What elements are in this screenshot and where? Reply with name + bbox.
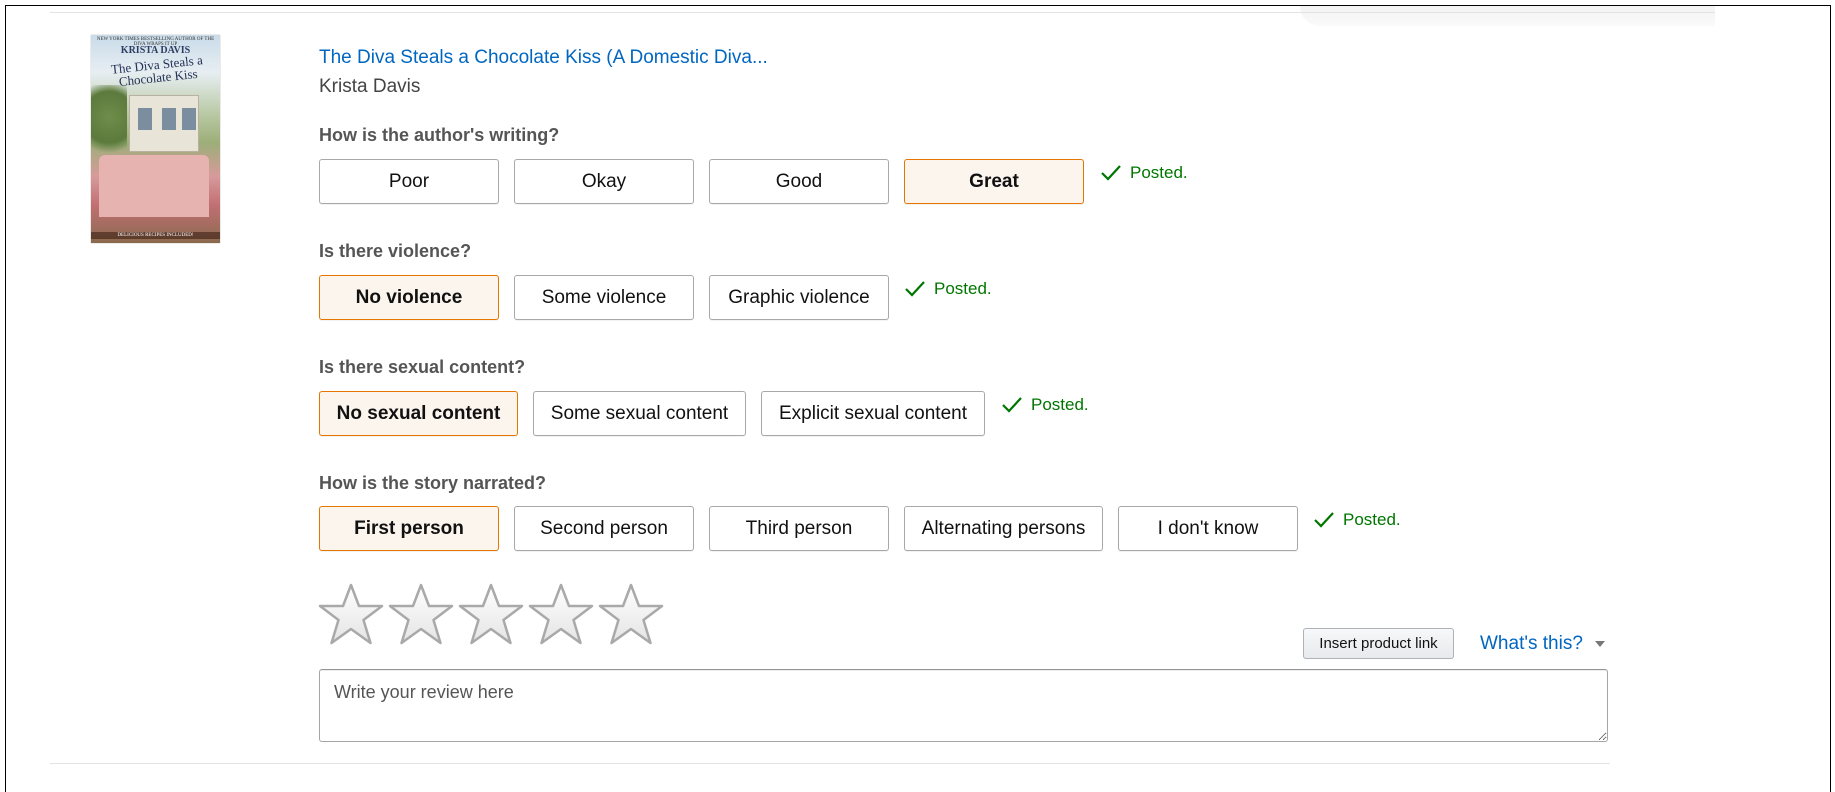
star-3-icon[interactable] [457, 582, 525, 646]
narration-status: Posted. [1313, 510, 1401, 530]
star-rating [317, 582, 665, 646]
cover-title: The Diva Steals a Chocolate Kiss [110, 52, 204, 90]
option-some-sexual-content[interactable]: Some sexual content [533, 391, 746, 436]
whats-this-link[interactable]: What's this? [1480, 633, 1605, 655]
narration-status-text: Posted. [1343, 510, 1401, 529]
cover-tree [91, 85, 127, 165]
book-cover-image[interactable]: NEW YORK TIMES BESTSELLING AUTHOR OF THE… [91, 35, 220, 243]
whats-this-label: What's this? [1480, 633, 1583, 654]
book-author: Krista Davis [319, 76, 421, 97]
option-good[interactable]: Good [709, 159, 889, 204]
option-great[interactable]: Great [904, 159, 1084, 204]
writing-status: Posted. [1100, 163, 1188, 183]
sexual-content-status-text: Posted. [1031, 395, 1089, 414]
star-1-icon[interactable] [317, 582, 385, 646]
question-sexual-content-label: Is there sexual content? [319, 357, 526, 377]
checkmark-icon [1002, 397, 1022, 413]
option-no-sexual-content[interactable]: No sexual content [319, 391, 518, 436]
review-textarea[interactable] [319, 669, 1608, 742]
writing-status-text: Posted. [1130, 163, 1188, 182]
violence-status-text: Posted. [934, 279, 992, 298]
option-alternating-persons[interactable]: Alternating persons [904, 506, 1103, 551]
star-2-icon[interactable] [387, 582, 455, 646]
question-narration-label: How is the story narrated? [319, 473, 547, 493]
insert-product-link-button[interactable]: Insert product link [1303, 628, 1454, 659]
checkmark-icon [1314, 512, 1334, 528]
cover-house [129, 95, 199, 152]
star-5-icon[interactable] [597, 582, 665, 646]
top-shade [1300, 6, 1715, 26]
option-some-violence[interactable]: Some violence [514, 275, 694, 320]
caret-down-icon [1594, 641, 1605, 647]
checkmark-icon [905, 281, 925, 297]
top-divider [50, 12, 1715, 13]
option-first-person[interactable]: First person [319, 506, 499, 551]
option-no-violence[interactable]: No violence [319, 275, 499, 320]
question-writing-label: How is the author's writing? [319, 125, 560, 145]
option-second-person[interactable]: Second person [514, 506, 694, 551]
bottom-divider [50, 763, 1610, 764]
option-third-person[interactable]: Third person [709, 506, 889, 551]
option-explicit-sexual-content[interactable]: Explicit sexual content [761, 391, 985, 436]
option-poor[interactable]: Poor [319, 159, 499, 204]
option-i-dont-know[interactable]: I don't know [1118, 506, 1298, 551]
star-4-icon[interactable] [527, 582, 595, 646]
option-okay[interactable]: Okay [514, 159, 694, 204]
book-title-link[interactable]: The Diva Steals a Chocolate Kiss (A Dome… [319, 47, 768, 69]
checkmark-icon [1101, 165, 1121, 181]
violence-status: Posted. [904, 279, 992, 299]
cover-footer: DELICIOUS RECIPES INCLUDED! [91, 232, 220, 239]
option-graphic-violence[interactable]: Graphic violence [709, 275, 889, 320]
sexual-content-status: Posted. [1001, 395, 1089, 415]
question-violence-label: Is there violence? [319, 241, 472, 261]
cover-table [99, 155, 209, 217]
